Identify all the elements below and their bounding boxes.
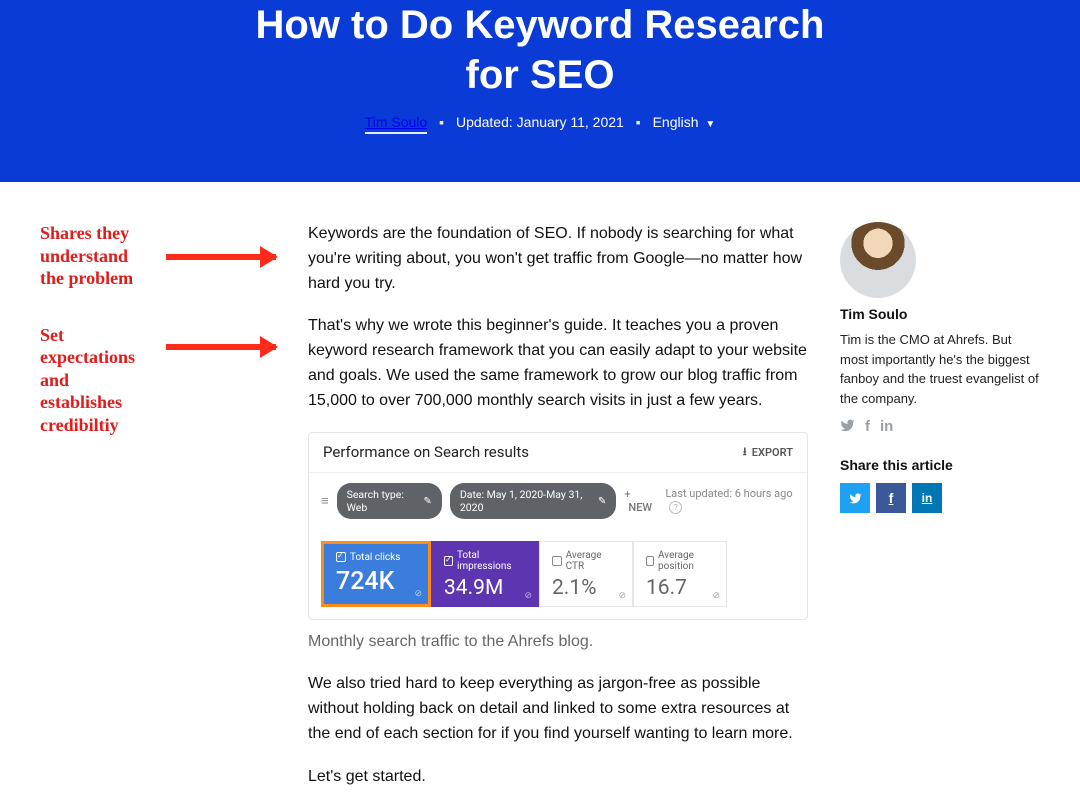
- facebook-icon[interactable]: f: [865, 418, 870, 435]
- sc-metrics-row: Total clicks 724K ⊘ Total impressions 34…: [309, 529, 807, 619]
- separator: ▪: [636, 114, 641, 130]
- last-updated-label: Last updated: 6 hours ago: [665, 487, 795, 514]
- sc-title: Performance on Search results: [323, 443, 529, 461]
- updated-date: Updated: January 11, 2021: [456, 114, 624, 130]
- title-line-1: How to Do Keyword Research: [255, 3, 824, 47]
- hero-header: How to Do Keyword Research for SEO Tim S…: [0, 0, 1080, 182]
- annotations-column: Shares they understand the problem Set e…: [40, 222, 276, 808]
- language-dropdown[interactable]: English ▼: [653, 114, 716, 130]
- image-caption: Monthly search traffic to the Ahrefs blo…: [308, 630, 808, 655]
- author-name: Tim Soulo: [840, 306, 1040, 322]
- arrow-icon: [166, 344, 276, 350]
- language-label: English: [653, 114, 699, 130]
- checkbox-icon: [444, 556, 453, 566]
- annotation-2: Set expectations and establishes credibi…: [40, 324, 276, 437]
- author-sidebar: Tim Soulo Tim is the CMO at Ahrefs. But …: [840, 222, 1040, 808]
- share-linkedin-button[interactable]: in: [912, 483, 942, 513]
- article-body: Keywords are the foundation of SEO. If n…: [308, 222, 808, 808]
- annotation-2-text: Set expectations and establishes credibi…: [40, 324, 166, 437]
- annotation-1-text: Shares they understand the problem: [40, 222, 166, 290]
- filter-icon[interactable]: ≡: [321, 493, 329, 509]
- author-social-links: f in: [840, 418, 1040, 435]
- intro-paragraph-1: Keywords are the foundation of SEO. If n…: [308, 222, 808, 296]
- help-icon: ⊘: [618, 591, 626, 601]
- annotation-1: Shares they understand the problem: [40, 222, 276, 290]
- twitter-icon[interactable]: [840, 418, 855, 435]
- help-icon: ⊘: [414, 589, 422, 599]
- content-wrap: Shares they understand the problem Set e…: [40, 222, 1040, 808]
- avatar: [840, 222, 916, 298]
- checkbox-icon: [552, 556, 562, 566]
- body-paragraph-3: We also tried hard to keep everything as…: [308, 672, 808, 746]
- download-icon: ⭳: [743, 443, 747, 462]
- edit-icon: [598, 494, 606, 507]
- hero-meta: Tim Soulo ▪ Updated: January 11, 2021 ▪ …: [20, 114, 1060, 130]
- linkedin-icon[interactable]: in: [880, 418, 893, 435]
- share-twitter-button[interactable]: [840, 483, 870, 513]
- ctr-value: 2.1%: [552, 576, 620, 600]
- checkbox-icon: [646, 556, 654, 566]
- chevron-down-icon: ▼: [705, 119, 715, 130]
- intro-paragraph-2: That's why we wrote this beginner's guid…: [308, 314, 808, 413]
- metric-total-impressions[interactable]: Total impressions 34.9M ⊘: [431, 541, 539, 607]
- title-line-2: for SEO: [466, 53, 615, 97]
- share-label: Share this article: [840, 457, 1040, 473]
- separator: ▪: [439, 114, 444, 130]
- metric-total-clicks[interactable]: Total clicks 724K ⊘: [321, 541, 431, 607]
- author-link[interactable]: Tim Soulo: [365, 114, 428, 134]
- edit-icon: [423, 494, 431, 507]
- body-paragraph-4: Let's get started.: [308, 765, 808, 790]
- page-title: How to Do Keyword Research for SEO: [20, 0, 1060, 100]
- search-console-card: Performance on Search results ⭳ EXPORT ≡…: [308, 432, 808, 620]
- metric-average-ctr[interactable]: Average CTR 2.1% ⊘: [539, 541, 633, 607]
- metric-average-position[interactable]: Average position 16.7 ⊘: [633, 541, 727, 607]
- add-filter-button[interactable]: + NEW: [624, 488, 657, 514]
- export-label: EXPORT: [752, 446, 793, 459]
- position-value: 16.7: [646, 576, 714, 600]
- help-icon: ⊘: [712, 591, 720, 601]
- share-buttons: f in: [840, 483, 1040, 513]
- arrow-icon: [166, 254, 276, 260]
- checkbox-icon: [336, 552, 346, 562]
- search-type-chip[interactable]: Search type: Web: [337, 483, 442, 519]
- help-icon: ⊘: [524, 591, 532, 601]
- share-facebook-button[interactable]: f: [876, 483, 906, 513]
- sc-filter-row: ≡ Search type: Web Date: May 1, 2020-May…: [309, 473, 807, 529]
- export-button[interactable]: ⭳ EXPORT: [743, 443, 793, 462]
- clicks-value: 724K: [336, 567, 416, 596]
- date-chip[interactable]: Date: May 1, 2020-May 31, 2020: [450, 483, 617, 519]
- author-bio: Tim is the CMO at Ahrefs. But most impor…: [840, 330, 1040, 408]
- sc-header: Performance on Search results ⭳ EXPORT: [309, 433, 807, 473]
- impressions-value: 34.9M: [444, 576, 526, 600]
